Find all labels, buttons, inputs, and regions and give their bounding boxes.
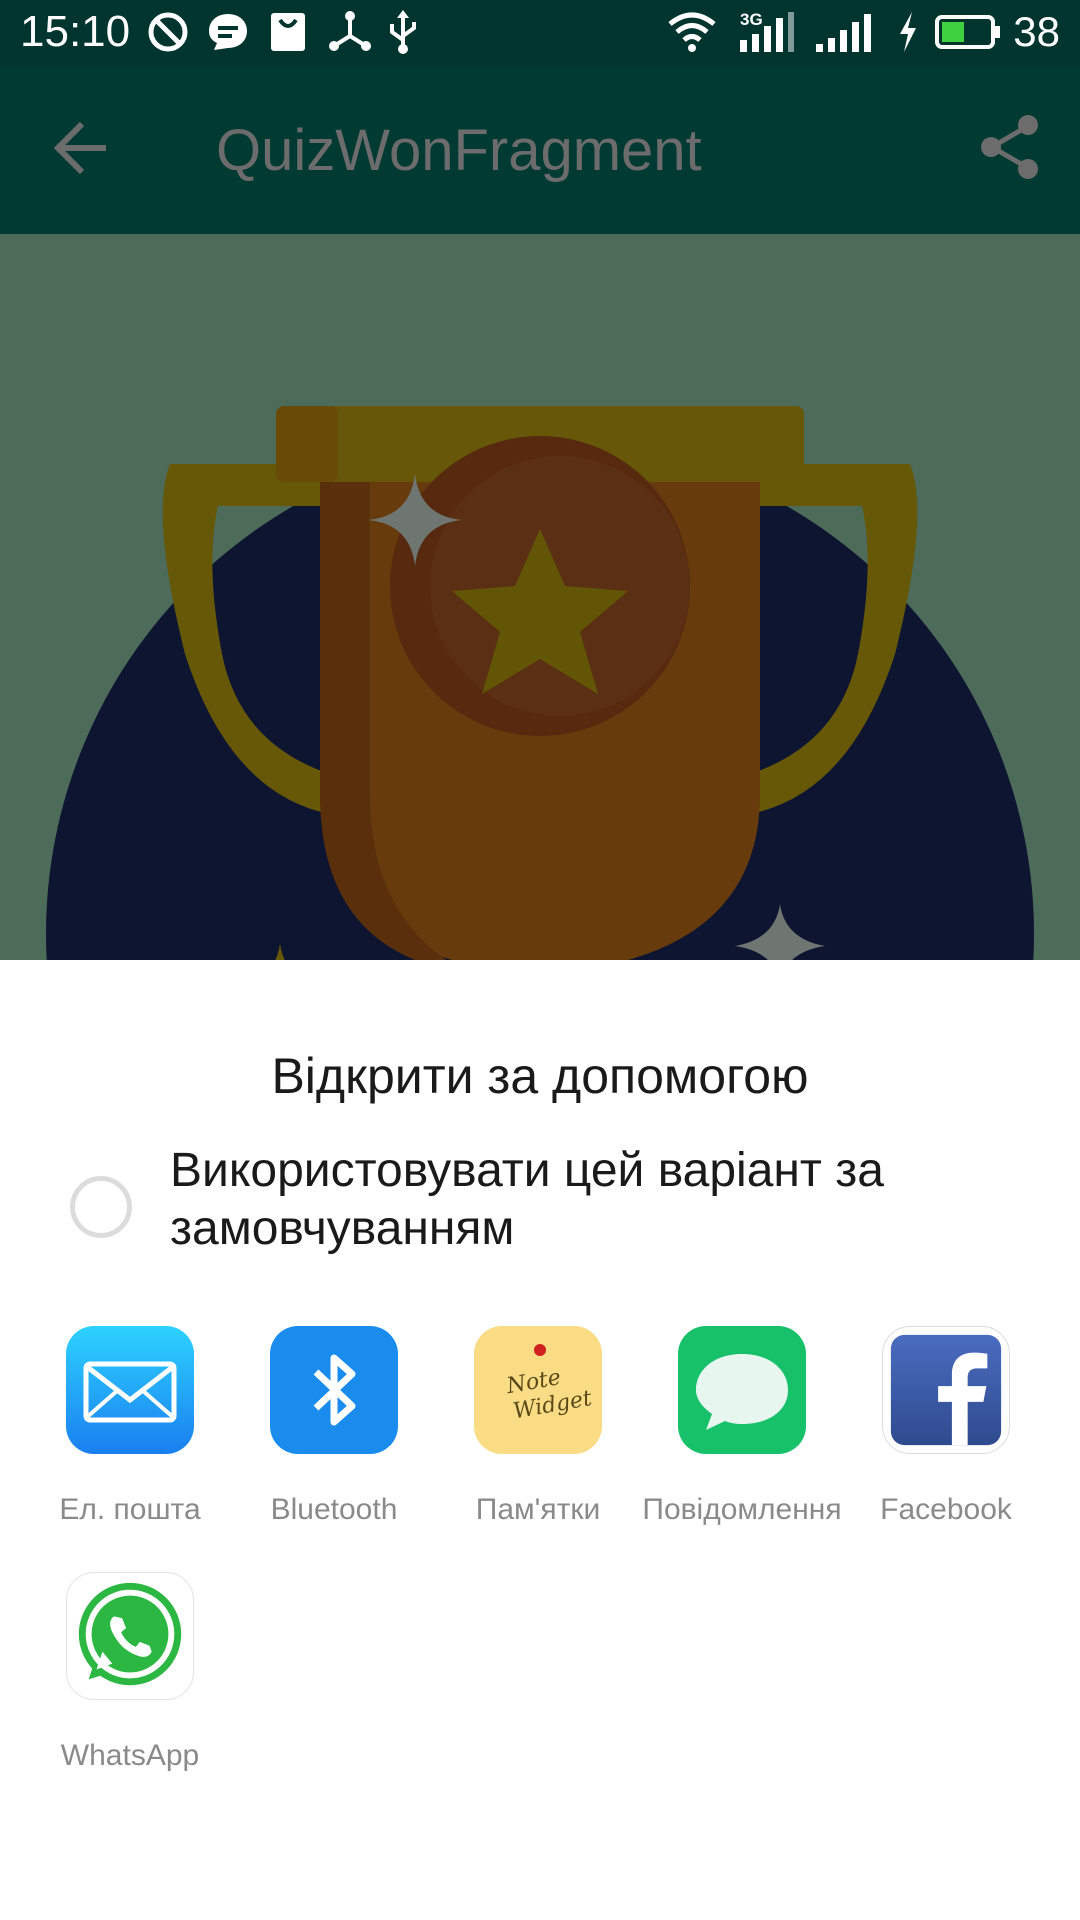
app-label: Bluetooth [270,1493,398,1526]
usb-icon [390,10,416,54]
default-radio-button[interactable] [70,1176,132,1238]
messages-icon [678,1326,806,1454]
app-label: WhatsApp [60,1739,200,1772]
share-icon[interactable] [978,114,1042,180]
open-with-sheet: Відкрити за допомогою Використовувати це… [0,960,1080,1920]
network-share-icon [329,11,371,51]
use-default-option[interactable]: Використовувати цей варіант за замовчува… [68,1142,1028,1262]
app-label: Повідомлення [642,1493,842,1526]
app-bar: QuizWonFragment [0,66,1080,234]
mail-icon [66,1326,194,1454]
bag-icon [271,13,305,51]
signal-3g-icon: 3G [738,10,796,54]
content-area [0,234,1080,960]
charging-icon [900,12,916,52]
bluetooth-icon [270,1326,398,1454]
signal-icon [816,14,871,52]
status-bar: 15:10 3G 38 [0,0,1080,66]
arrow-back-icon[interactable] [52,118,112,178]
page-title: QuizWonFragment [216,118,702,183]
wifi-icon [668,12,716,52]
note-widget-icon: Note Widget [474,1326,602,1454]
default-option-label: Використовувати цей варіант за замовчува… [170,1144,884,1255]
chat-bubble-icon [209,14,247,50]
app-label: Пам'ятки [475,1493,601,1526]
app-label: Facebook [880,1493,1012,1526]
app-label: Ел. пошта [59,1493,201,1526]
do-not-disturb-icon [148,12,188,52]
battery-icon [935,15,1000,49]
whatsapp-icon [66,1572,194,1700]
battery-level: 38 [1013,8,1060,55]
sheet-title: Відкрити за допомогою [271,1048,809,1104]
status-time: 15:10 [20,7,131,56]
facebook-icon [882,1326,1010,1454]
trophy-illustration [46,406,1034,960]
